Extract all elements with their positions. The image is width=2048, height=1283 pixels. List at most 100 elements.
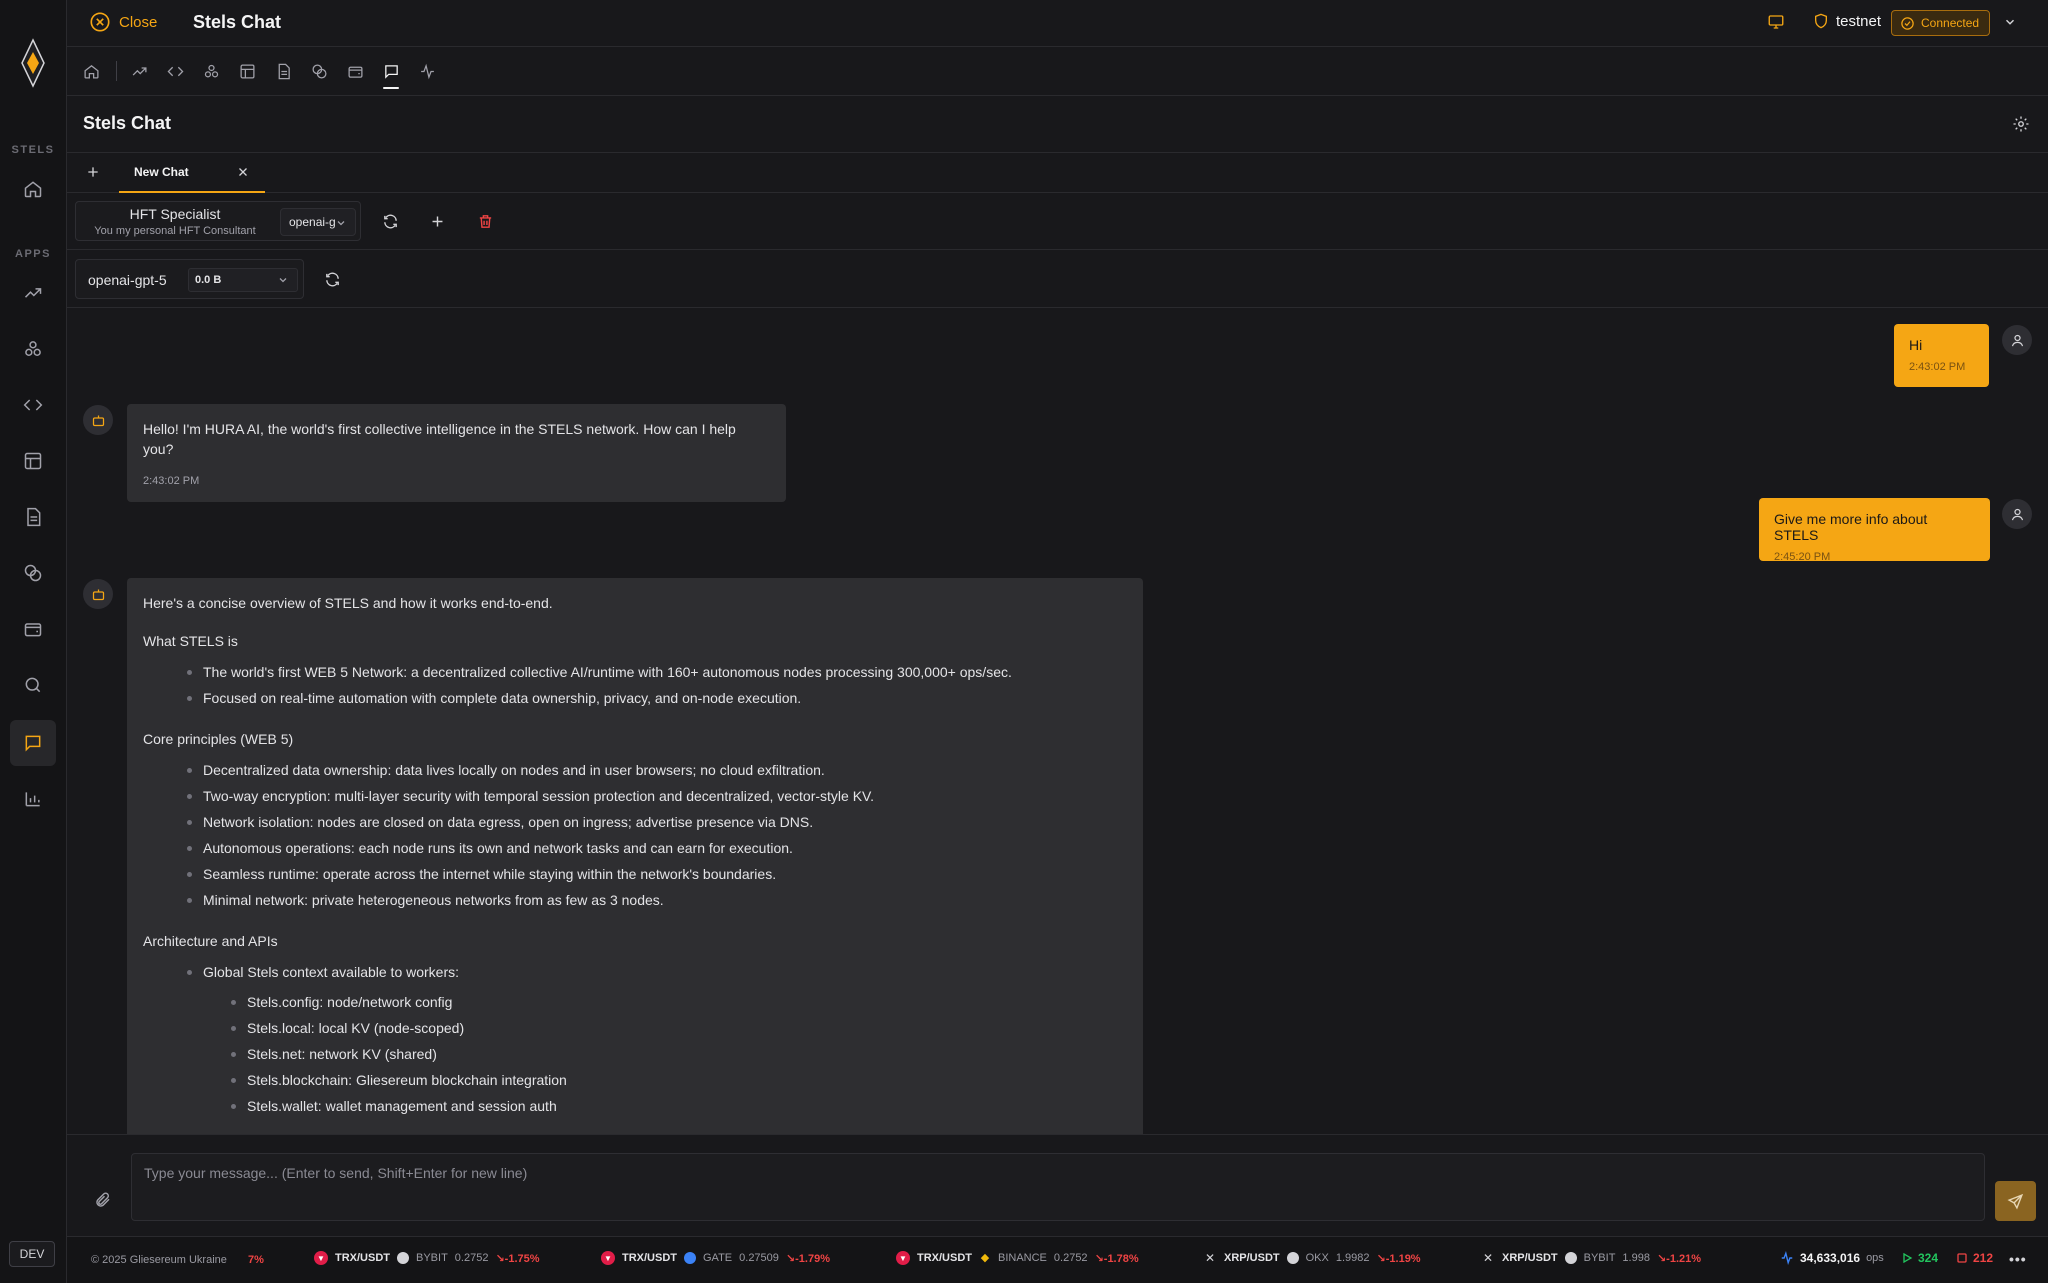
- ticker-item[interactable]: ✕ XRP/USDT BYBIT 1.998 ↘-1.21%: [1481, 1251, 1701, 1265]
- bot-message: Hello! I'm HURA AI, the world's first co…: [127, 404, 786, 502]
- ticker-price: 1.998: [1622, 1252, 1650, 1264]
- chat-icon: [384, 64, 398, 79]
- ops-value: 34,633,016: [1800, 1251, 1861, 1265]
- user-avatar: [2002, 499, 2032, 529]
- rail-item-analytics[interactable]: [10, 776, 56, 822]
- trx-icon: ▼: [601, 1251, 615, 1265]
- check-circle-icon: [1901, 16, 1914, 30]
- add-agent-button[interactable]: [424, 208, 450, 234]
- search-icon: [25, 677, 41, 693]
- ticker-item[interactable]: ✕ XRP/USDT OKX 1.9982 ↘-1.19%: [1203, 1251, 1421, 1265]
- ticker-exchange: OKX: [1305, 1252, 1329, 1264]
- message-intro: Here's a concise overview of STELS and h…: [143, 595, 553, 611]
- chevron-down-icon[interactable]: [2003, 15, 2017, 29]
- send-button[interactable]: [1995, 1181, 2036, 1221]
- bot-avatar: [83, 405, 113, 435]
- plus-icon: [432, 216, 442, 226]
- rail-item-chat[interactable]: [10, 720, 56, 766]
- list-item: Autonomous operations: each node runs it…: [143, 835, 1127, 861]
- rail-section-stels: STELS: [11, 144, 55, 156]
- toolbar-divider: [116, 61, 117, 81]
- rail-item-nodes[interactable]: [10, 326, 56, 372]
- play-icon: [1903, 1252, 1913, 1264]
- tab-new-chat[interactable]: New Chat: [119, 153, 265, 193]
- coins-icon: [24, 564, 42, 582]
- message-input[interactable]: [131, 1153, 1985, 1221]
- close-label: Close: [119, 13, 158, 31]
- close-icon[interactable]: [236, 165, 250, 179]
- rail-item-docs[interactable]: [10, 494, 56, 540]
- trx-icon: ▼: [314, 1251, 328, 1265]
- message-composer: [67, 1134, 2048, 1236]
- rail-item-code[interactable]: [10, 382, 56, 428]
- toolbar-coins-button[interactable]: [305, 57, 333, 85]
- gear-icon[interactable]: [2012, 115, 2030, 133]
- ticker-item[interactable]: ▼ TRX/USDT ◆ BINANCE 0.2752 ↘-1.78%: [896, 1251, 1139, 1265]
- network-icon: [204, 64, 218, 77]
- toolbar-code-button[interactable]: [161, 57, 189, 85]
- shield-icon: [1815, 13, 1827, 29]
- ticker-change: ↘-1.21%: [1656, 1252, 1702, 1265]
- rail-item-layout[interactable]: [10, 438, 56, 484]
- page-header: Stels Chat: [67, 96, 2048, 153]
- toolbar-layout-button[interactable]: [233, 57, 261, 85]
- chat-icon: [25, 735, 41, 752]
- document-icon: [27, 507, 41, 527]
- rail-item-search[interactable]: [10, 662, 56, 708]
- agent-selector[interactable]: HFT Specialist You my personal HFT Consu…: [75, 201, 361, 241]
- agent-model-select[interactable]: openai-gpt-5: [280, 208, 356, 236]
- monitor-icon[interactable]: [1767, 13, 1785, 31]
- rail-item-coins[interactable]: [10, 550, 56, 596]
- connection-status-badge[interactable]: Connected: [1891, 10, 1991, 36]
- ticker-item[interactable]: ▼ TRX/USDT GATE 0.27509 ↘-1.79%: [601, 1251, 830, 1265]
- model-selector[interactable]: openai-gpt-5 0.0 B: [75, 259, 304, 299]
- status-bar: © 2025 Gliesereum Ukraine 7% ▼ TRX/USDT …: [67, 1236, 2048, 1283]
- list-item: Focused on real-time automation with com…: [143, 685, 1127, 711]
- chevron-down-icon: [337, 221, 345, 226]
- toolbar-home-button[interactable]: [77, 57, 105, 85]
- list-item: Decentralized data ownership: data lives…: [143, 757, 1127, 783]
- app-title: Stels Chat: [193, 12, 282, 32]
- message-time: 2:43:02 PM: [143, 475, 200, 487]
- activity-icon: [1781, 1251, 1793, 1265]
- stopped-value: 212: [1973, 1251, 1994, 1265]
- toolbar-activity-button[interactable]: [413, 57, 441, 85]
- refresh-model-button[interactable]: [319, 266, 345, 292]
- rail-item-home[interactable]: [10, 166, 56, 212]
- code-icon: [167, 66, 183, 76]
- close-button[interactable]: Close: [89, 11, 157, 33]
- model-version-select[interactable]: 0.0 B: [188, 268, 298, 292]
- ops-unit: ops: [1866, 1252, 1884, 1264]
- home-icon: [83, 64, 99, 79]
- list-item: Stels.config: node/network config: [143, 989, 1127, 1015]
- toolbar-wallet-button[interactable]: [341, 57, 369, 85]
- ticker-change: ↘-1.75%: [495, 1252, 540, 1265]
- refresh-agent-button[interactable]: [377, 208, 403, 234]
- ticker-price: 0.2752: [1053, 1252, 1088, 1264]
- bullet-list: Global Stels context available to worker…: [143, 959, 1127, 985]
- new-tab-button[interactable]: [85, 164, 101, 180]
- more-icon[interactable]: •••: [2009, 1251, 2027, 1267]
- stels-logo[interactable]: [18, 38, 48, 88]
- toolbar-nodes-button[interactable]: [197, 57, 225, 85]
- rail-item-wallet[interactable]: [10, 606, 56, 652]
- delete-agent-button[interactable]: [472, 208, 498, 234]
- toolbar-docs-button[interactable]: [269, 57, 297, 85]
- ticker-exchange: BYBIT: [416, 1252, 448, 1264]
- chat-messages: Hi 2:43:02 PM Hello! I'm HURA AI, the wo…: [67, 308, 2048, 1134]
- toolbar-markets-button[interactable]: [125, 57, 153, 85]
- message-text: Hello! I'm HURA AI, the world's first co…: [143, 421, 736, 457]
- layout-icon: [24, 452, 42, 470]
- dev-badge[interactable]: DEV: [9, 1241, 55, 1267]
- message-text: Give me more info about STELS: [1774, 511, 1928, 543]
- bar-chart-icon: [25, 792, 40, 807]
- ticker-change-value: -1.79%: [795, 1252, 830, 1265]
- paperclip-icon[interactable]: [94, 1191, 112, 1209]
- ticker-pair: TRX/USDT: [622, 1252, 677, 1264]
- xrp-icon: ✕: [1482, 1251, 1494, 1265]
- toolbar-chat-button[interactable]: [377, 57, 405, 89]
- rail-item-markets[interactable]: [10, 270, 56, 316]
- message-time: 2:45:20 PM: [1774, 551, 1831, 563]
- ticker-item[interactable]: ▼ TRX/USDT BYBIT 0.2752 ↘-1.75%: [314, 1251, 540, 1265]
- network-selector[interactable]: testnet: [1813, 12, 1881, 30]
